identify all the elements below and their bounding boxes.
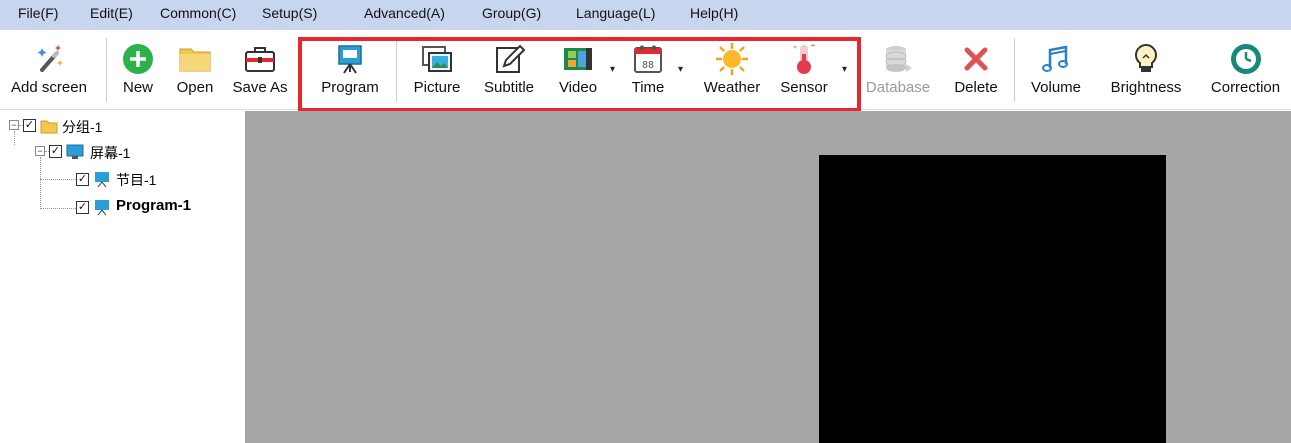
menu-group[interactable]: Group(G) — [482, 5, 541, 21]
delete-label: Delete — [954, 79, 998, 96]
picture-icon — [422, 46, 452, 72]
sensor-button[interactable]: Sensor — [772, 30, 836, 110]
menu-common[interactable]: Common(C) — [160, 5, 236, 21]
picture-label: Picture — [413, 79, 461, 96]
tree-screen-label[interactable]: 屏幕-1 — [90, 143, 130, 163]
correction-button[interactable]: Correction — [1200, 30, 1291, 110]
menu-setup[interactable]: Setup(S) — [262, 5, 317, 21]
volume-label: Volume — [1030, 79, 1082, 96]
weather-button[interactable]: Weather — [692, 30, 772, 110]
magic-wand-icon — [37, 45, 63, 72]
database-button[interactable]: Database — [858, 30, 938, 110]
brightness-button[interactable]: Brightness — [1100, 30, 1192, 110]
menu-file[interactable]: File(F) — [18, 5, 58, 21]
tree-program-label[interactable]: 节目-1 — [116, 170, 156, 190]
delete-button[interactable]: Delete — [946, 30, 1006, 110]
briefcase-icon — [245, 47, 275, 72]
folder-icon — [179, 48, 211, 72]
picture-button[interactable]: Picture — [404, 30, 470, 110]
menu-edit[interactable]: Edit(E) — [90, 5, 133, 21]
time-label: Time — [631, 79, 665, 96]
menu-language[interactable]: Language(L) — [576, 5, 655, 21]
program-tree: − ✓ 分组-1 − ✓ 屏幕-1 ✓ 节目-1 ✓ Program-1 — [0, 111, 245, 443]
collapse-toggle[interactable]: − — [9, 120, 19, 130]
screen-checkbox[interactable]: ✓ — [49, 145, 62, 158]
clock-icon — [1230, 44, 1261, 74]
database-icon — [885, 46, 912, 72]
sun-icon — [716, 43, 748, 75]
thermometer-icon — [793, 44, 816, 74]
correction-label: Correction — [1210, 79, 1281, 96]
plus-circle-icon — [123, 44, 153, 74]
close-icon — [964, 47, 988, 71]
menu-help[interactable]: Help(H) — [690, 5, 738, 21]
volume-button[interactable]: Volume — [1020, 30, 1092, 110]
save-as-label: Save As — [232, 79, 288, 96]
group-checkbox[interactable]: ✓ — [23, 119, 36, 132]
time-dropdown-icon[interactable]: ▾ — [678, 65, 686, 75]
monitor-icon — [66, 144, 84, 159]
open-button[interactable]: Open — [166, 30, 224, 110]
film-icon — [564, 48, 592, 70]
svg-text:88: 88 — [642, 60, 654, 71]
brightness-label: Brightness — [1110, 79, 1182, 96]
toolbar-separator — [106, 38, 107, 102]
collapse-toggle[interactable]: − — [35, 146, 45, 156]
subtitle-button[interactable]: Subtitle — [476, 30, 542, 110]
new-label: New — [122, 79, 153, 96]
tree-connector — [14, 131, 15, 145]
toolbar-separator — [396, 38, 397, 102]
menu-advanced[interactable]: Advanced(A) — [364, 5, 445, 21]
program-checkbox[interactable]: ✓ — [76, 201, 89, 214]
light-bulb-icon — [1135, 43, 1157, 72]
tree-connector — [40, 157, 41, 209]
editor-canvas[interactable] — [245, 111, 1291, 443]
screen-preview[interactable] — [819, 155, 1166, 443]
video-dropdown-icon[interactable]: ▾ — [610, 65, 618, 75]
database-label: Database — [865, 79, 931, 96]
subtitle-label: Subtitle — [483, 79, 535, 96]
weather-label: Weather — [703, 79, 761, 96]
toolbar-separator — [298, 38, 299, 102]
menu-bar: File(F) Edit(E) Common(C) Setup(S) Advan… — [0, 0, 1291, 30]
video-button[interactable]: Video — [548, 30, 608, 110]
toolbar-separator — [1014, 38, 1015, 102]
program-button[interactable]: Program — [310, 30, 390, 110]
folder-icon — [40, 120, 58, 134]
music-note-icon — [1042, 45, 1068, 72]
tree-connector — [40, 208, 76, 209]
calendar-clock-icon: 88 — [634, 45, 662, 73]
tree-connector — [40, 179, 76, 180]
new-button[interactable]: New — [113, 30, 163, 110]
easel-icon — [338, 45, 362, 74]
sensor-label: Sensor — [780, 79, 828, 96]
tree-group-label[interactable]: 分组-1 — [62, 117, 102, 137]
video-label: Video — [558, 79, 598, 96]
easel-icon — [95, 200, 109, 215]
program-label: Program — [321, 79, 379, 96]
time-button[interactable]: 88 Time — [618, 30, 678, 110]
add-screen-button[interactable]: Add screen — [0, 30, 98, 110]
save-as-button[interactable]: Save As — [226, 30, 294, 110]
toolbar: Add screen New Open Save As Program Pict… — [0, 30, 1291, 110]
edit-pencil-icon — [496, 44, 526, 73]
tree-program-label-selected[interactable]: Program-1 — [116, 197, 191, 214]
easel-icon — [95, 172, 109, 187]
add-screen-label: Add screen — [11, 79, 87, 96]
sensor-dropdown-icon[interactable]: ▾ — [842, 65, 850, 75]
open-label: Open — [176, 79, 214, 96]
program-checkbox[interactable]: ✓ — [76, 173, 89, 186]
